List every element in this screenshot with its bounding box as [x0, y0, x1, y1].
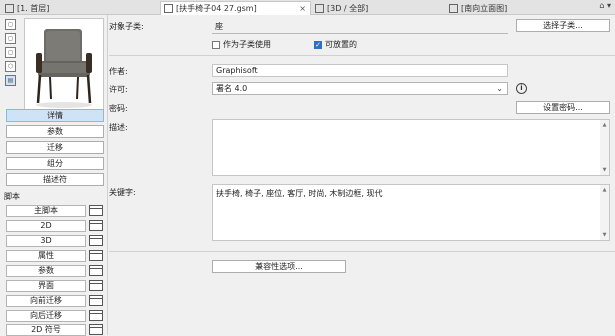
scroll-down-icon[interactable]: ▼: [600, 232, 609, 238]
scroll-up-icon[interactable]: ▲: [600, 187, 609, 193]
tab-label: [1. 首层]: [17, 3, 50, 13]
script-2d-symbol-button[interactable]: 2D 符号: [6, 324, 86, 336]
open-window-icon[interactable]: [89, 205, 103, 216]
nav-parameters-button[interactable]: 参数: [6, 125, 104, 138]
open-window-icon[interactable]: [89, 220, 103, 231]
tab-3d-view[interactable]: [3D / 全部]: [312, 1, 454, 15]
3d-view-icon: [315, 3, 324, 13]
password-label: 密码:: [109, 104, 128, 113]
author-label: 作者:: [109, 67, 128, 76]
elevation-icon: [449, 3, 458, 13]
tab-floor-plan[interactable]: [1. 首层]: [2, 1, 160, 15]
divider: [109, 251, 615, 252]
script-2d-button[interactable]: 2D: [6, 220, 86, 232]
checkbox-box[interactable]: [212, 40, 220, 49]
nav-migration-button[interactable]: 迁移: [6, 141, 104, 154]
open-window-icon[interactable]: [89, 265, 103, 276]
license-select[interactable]: 署名 4.0 ⌄: [212, 82, 508, 95]
chevron-down-icon: ⌄: [496, 84, 503, 93]
info-icon[interactable]: i: [516, 83, 527, 94]
script-backward-migration-button[interactable]: 向后迁移: [6, 310, 86, 322]
description-label: 描述:: [109, 123, 128, 132]
nav-components-button[interactable]: 组分: [6, 157, 104, 170]
keywords-value: 扶手椅, 椅子, 座位, 客厅, 时尚, 木制边框, 现代: [216, 189, 383, 198]
license-value: 署名 4.0: [216, 84, 248, 93]
details-view-icon[interactable]: ▤: [5, 75, 16, 86]
script-master-button[interactable]: 主脚本: [6, 205, 86, 217]
floor-plan-icon: [5, 3, 14, 13]
details-panel: 对象子类: 座 选择子类... 作为子类使用 ✓ 可放置的 作者: Graphi…: [109, 15, 615, 335]
keywords-textarea[interactable]: 扶手椅, 椅子, 座位, 客厅, 时尚, 木制边框, 现代 ▲ ▼: [212, 184, 610, 241]
license-label: 许可:: [109, 85, 128, 94]
subtype-value: 座: [215, 22, 223, 31]
section-view-icon[interactable]: ◻: [5, 33, 16, 44]
view-icon-column: ◻ ◻ ◻ ⬡ ▤: [5, 19, 17, 89]
open-window-icon[interactable]: [89, 310, 103, 321]
tab-label: [南向立面图]: [461, 3, 508, 13]
open-window-icon[interactable]: [89, 250, 103, 261]
tab-elevation[interactable]: [南向立面图]: [446, 1, 586, 15]
script-3d-button[interactable]: 3D: [6, 235, 86, 247]
scroll-down-icon[interactable]: ▼: [600, 167, 609, 173]
description-textarea[interactable]: ▲ ▼: [212, 119, 610, 176]
keywords-label: 关键字:: [109, 188, 136, 197]
nav-descriptors-button[interactable]: 描述符: [6, 173, 104, 186]
scroll-up-icon[interactable]: ▲: [600, 122, 609, 128]
left-panel: ◻ ◻ ◻ ⬡ ▤ 详情 参数 迁移 组分 描述符 脚本 主脚本 2D 3D 属…: [0, 15, 108, 336]
script-properties-button[interactable]: 属性: [6, 250, 86, 262]
open-window-icon[interactable]: [89, 280, 103, 291]
tab-bar: [1. 首层] [扶手椅子04 27.gsm] × [3D / 全部] [南向立…: [0, 0, 615, 15]
2d-view-icon[interactable]: ◻: [5, 19, 16, 30]
author-value: Graphisoft: [216, 66, 258, 75]
object-preview: [24, 18, 104, 114]
subtype-underline: [212, 33, 508, 34]
set-password-button[interactable]: 设置密码...: [516, 101, 610, 114]
script-interface-button[interactable]: 界面: [6, 280, 86, 292]
armchair-preview-image: [36, 29, 92, 108]
script-parameters-button[interactable]: 参数: [6, 265, 86, 277]
tab-label: [3D / 全部]: [327, 3, 369, 13]
open-window-icon[interactable]: [89, 324, 103, 335]
checkbox-box-checked[interactable]: ✓: [314, 40, 322, 49]
use-as-subtype-checkbox[interactable]: 作为子类使用: [212, 39, 271, 50]
gdl-object-icon: [164, 4, 173, 13]
tab-object-editor[interactable]: [扶手椅子04 27.gsm] ×: [160, 1, 311, 15]
open-window-icon[interactable]: [89, 295, 103, 306]
keywords-scrollbar[interactable]: ▲ ▼: [600, 185, 609, 240]
elevation-view-icon[interactable]: ◻: [5, 47, 16, 58]
author-field[interactable]: Graphisoft: [212, 64, 508, 77]
tab-menu-button[interactable]: ⌂ ▾: [599, 1, 611, 14]
placeable-checkbox[interactable]: ✓ 可放置的: [314, 39, 357, 50]
checkbox-label: 作为子类使用: [223, 40, 271, 49]
nav-details-button[interactable]: 详情: [6, 109, 104, 122]
open-window-icon[interactable]: [89, 235, 103, 246]
checkbox-label: 可放置的: [325, 40, 357, 49]
scripts-section-title: 脚本: [4, 192, 20, 201]
select-subtype-button[interactable]: 选择子类...: [516, 19, 610, 32]
divider: [109, 55, 615, 56]
3d-view-icon[interactable]: ⬡: [5, 61, 16, 72]
close-icon[interactable]: ×: [299, 4, 306, 13]
script-forward-migration-button[interactable]: 向前迁移: [6, 295, 86, 307]
compatibility-options-button[interactable]: 兼容性选项...: [212, 260, 346, 273]
tab-label: [扶手椅子04 27.gsm]: [176, 4, 257, 13]
subtype-label: 对象子类:: [109, 22, 144, 31]
description-scrollbar[interactable]: ▲ ▼: [600, 120, 609, 175]
